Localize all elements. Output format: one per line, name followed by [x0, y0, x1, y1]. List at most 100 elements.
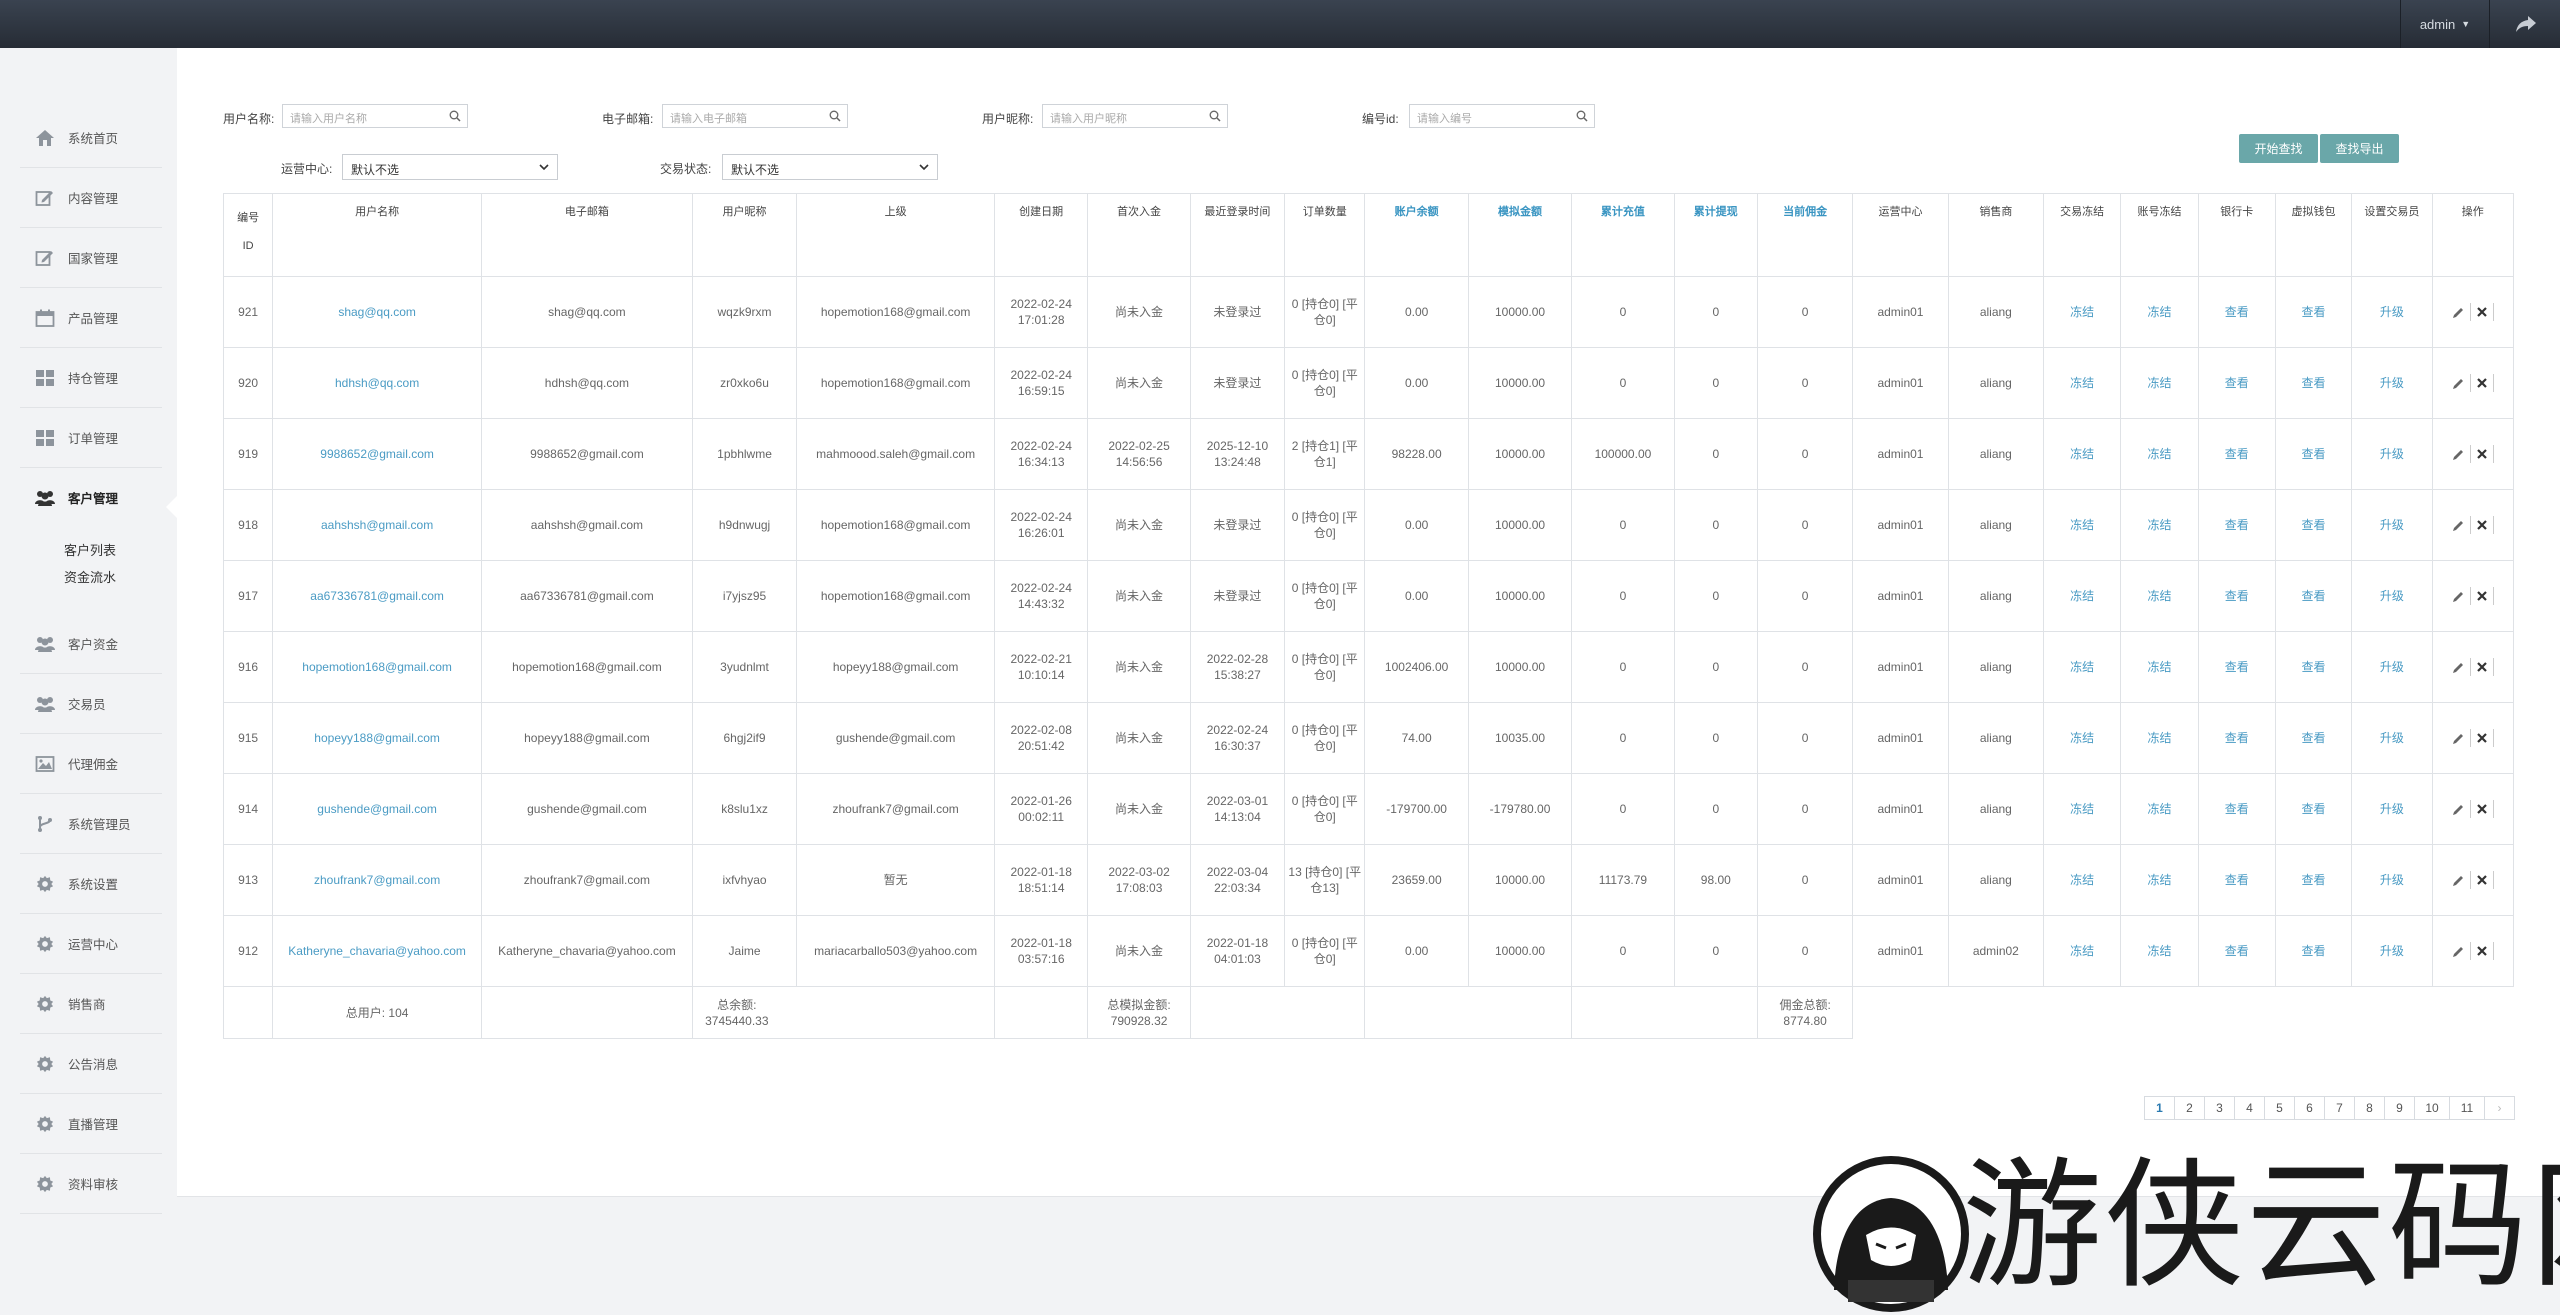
- wallet-link[interactable]: 查看: [2302, 660, 2326, 674]
- search-export-button[interactable]: 查找导出: [2320, 134, 2399, 163]
- bank-card-link[interactable]: 查看: [2225, 376, 2249, 390]
- id-search-input[interactable]: 请输入编号: [1409, 104, 1595, 128]
- sidebar-item-11[interactable]: 系统管理员: [20, 794, 162, 854]
- wallet-link[interactable]: 查看: [2302, 731, 2326, 745]
- bank-card-link[interactable]: 查看: [2225, 944, 2249, 958]
- page-11[interactable]: 11: [2449, 1096, 2485, 1120]
- sidebar-item-1[interactable]: 系统首页: [20, 108, 162, 168]
- page-2[interactable]: 2: [2174, 1096, 2205, 1120]
- bank-card-link[interactable]: 查看: [2225, 660, 2249, 674]
- set-trader-link[interactable]: 升级: [2380, 305, 2404, 319]
- page-3[interactable]: 3: [2204, 1096, 2235, 1120]
- username-link[interactable]: gushende@gmail.com: [317, 802, 437, 816]
- bank-card-link[interactable]: 查看: [2225, 589, 2249, 603]
- sidebar-item-2[interactable]: 内容管理: [20, 168, 162, 228]
- delete-x-icon[interactable]: [2476, 448, 2488, 460]
- admin-user-menu[interactable]: admin ▼: [2400, 0, 2490, 48]
- edit-pencil-icon[interactable]: [2452, 945, 2465, 958]
- username-search-input[interactable]: 请输入用户名称: [282, 104, 468, 128]
- username-link[interactable]: hopeyy188@gmail.com: [314, 731, 440, 745]
- wallet-link[interactable]: 查看: [2302, 518, 2326, 532]
- sidebar-item-9[interactable]: 交易员: [20, 674, 162, 734]
- delete-x-icon[interactable]: [2476, 590, 2488, 602]
- sidebar-item-3[interactable]: 国家管理: [20, 228, 162, 288]
- page-4[interactable]: 4: [2234, 1096, 2265, 1120]
- delete-x-icon[interactable]: [2476, 306, 2488, 318]
- username-link[interactable]: hdhsh@qq.com: [335, 376, 419, 390]
- wallet-link[interactable]: 查看: [2302, 305, 2326, 319]
- sidebar-item-17[interactable]: 资料审核: [20, 1154, 162, 1214]
- freeze-trade-link[interactable]: 冻结: [2070, 873, 2094, 887]
- sidebar-item-6[interactable]: 订单管理: [20, 408, 162, 468]
- delete-x-icon[interactable]: [2476, 874, 2488, 886]
- sidebar-item-16[interactable]: 直播管理: [20, 1094, 162, 1154]
- delete-x-icon[interactable]: [2476, 377, 2488, 389]
- delete-x-icon[interactable]: [2476, 732, 2488, 744]
- freeze-trade-link[interactable]: 冻结: [2070, 731, 2094, 745]
- freeze-trade-link[interactable]: 冻结: [2070, 589, 2094, 603]
- edit-pencil-icon[interactable]: [2452, 448, 2465, 461]
- wallet-link[interactable]: 查看: [2302, 589, 2326, 603]
- wallet-link[interactable]: 查看: [2302, 873, 2326, 887]
- sidebar-item-12[interactable]: 系统设置: [20, 854, 162, 914]
- sidebar-sub-fund-flow[interactable]: 资金流水: [64, 567, 116, 586]
- email-search-input[interactable]: 请输入电子邮箱: [662, 104, 848, 128]
- wallet-link[interactable]: 查看: [2302, 447, 2326, 461]
- next-page-button[interactable]: ›: [2484, 1096, 2515, 1120]
- sidebar-item-15[interactable]: 公告消息: [20, 1034, 162, 1094]
- freeze-trade-link[interactable]: 冻结: [2070, 518, 2094, 532]
- freeze-account-link[interactable]: 冻结: [2147, 305, 2171, 319]
- freeze-account-link[interactable]: 冻结: [2147, 376, 2171, 390]
- bank-card-link[interactable]: 查看: [2225, 518, 2249, 532]
- sidebar-item-14[interactable]: 销售商: [20, 974, 162, 1034]
- bank-card-link[interactable]: 查看: [2225, 305, 2249, 319]
- username-link[interactable]: Katheryne_chavaria@yahoo.com: [288, 944, 466, 958]
- bank-card-link[interactable]: 查看: [2225, 447, 2249, 461]
- page-1[interactable]: 1: [2144, 1096, 2175, 1120]
- sidebar-sub-customer-list[interactable]: 客户列表: [64, 540, 116, 559]
- edit-pencil-icon[interactable]: [2452, 661, 2465, 674]
- freeze-trade-link[interactable]: 冻结: [2070, 660, 2094, 674]
- wallet-link[interactable]: 查看: [2302, 944, 2326, 958]
- set-trader-link[interactable]: 升级: [2380, 802, 2404, 816]
- edit-pencil-icon[interactable]: [2452, 519, 2465, 532]
- set-trader-link[interactable]: 升级: [2380, 518, 2404, 532]
- freeze-trade-link[interactable]: 冻结: [2070, 305, 2094, 319]
- username-link[interactable]: zhoufrank7@gmail.com: [314, 873, 440, 887]
- wallet-link[interactable]: 查看: [2302, 376, 2326, 390]
- trade-status-select[interactable]: 默认不选: [722, 154, 938, 180]
- page-6[interactable]: 6: [2294, 1096, 2325, 1120]
- freeze-account-link[interactable]: 冻结: [2147, 873, 2171, 887]
- username-link[interactable]: hopemotion168@gmail.com: [302, 660, 452, 674]
- set-trader-link[interactable]: 升级: [2380, 731, 2404, 745]
- set-trader-link[interactable]: 升级: [2380, 589, 2404, 603]
- username-link[interactable]: 9988652@gmail.com: [320, 447, 434, 461]
- page-9[interactable]: 9: [2384, 1096, 2415, 1120]
- page-5[interactable]: 5: [2264, 1096, 2295, 1120]
- freeze-account-link[interactable]: 冻结: [2147, 518, 2171, 532]
- sidebar-item-5[interactable]: 持仓管理: [20, 348, 162, 408]
- freeze-account-link[interactable]: 冻结: [2147, 447, 2171, 461]
- sidebar-item-13[interactable]: 运营中心: [20, 914, 162, 974]
- start-search-button[interactable]: 开始查找: [2239, 134, 2318, 163]
- set-trader-link[interactable]: 升级: [2380, 376, 2404, 390]
- set-trader-link[interactable]: 升级: [2380, 944, 2404, 958]
- freeze-trade-link[interactable]: 冻结: [2070, 802, 2094, 816]
- delete-x-icon[interactable]: [2476, 519, 2488, 531]
- sidebar-item-7[interactable]: 客户管理: [20, 468, 162, 527]
- page-10[interactable]: 10: [2414, 1096, 2450, 1120]
- bank-card-link[interactable]: 查看: [2225, 873, 2249, 887]
- wallet-link[interactable]: 查看: [2302, 802, 2326, 816]
- freeze-account-link[interactable]: 冻结: [2147, 589, 2171, 603]
- bank-card-link[interactable]: 查看: [2225, 802, 2249, 816]
- edit-pencil-icon[interactable]: [2452, 377, 2465, 390]
- freeze-trade-link[interactable]: 冻结: [2070, 447, 2094, 461]
- edit-pencil-icon[interactable]: [2452, 590, 2465, 603]
- sidebar-item-8[interactable]: 客户资金: [20, 614, 162, 674]
- edit-pencil-icon[interactable]: [2452, 306, 2465, 319]
- ops-center-select[interactable]: 默认不选: [342, 154, 558, 180]
- delete-x-icon[interactable]: [2476, 803, 2488, 815]
- sidebar-item-10[interactable]: 代理佣金: [20, 734, 162, 794]
- freeze-account-link[interactable]: 冻结: [2147, 802, 2171, 816]
- set-trader-link[interactable]: 升级: [2380, 873, 2404, 887]
